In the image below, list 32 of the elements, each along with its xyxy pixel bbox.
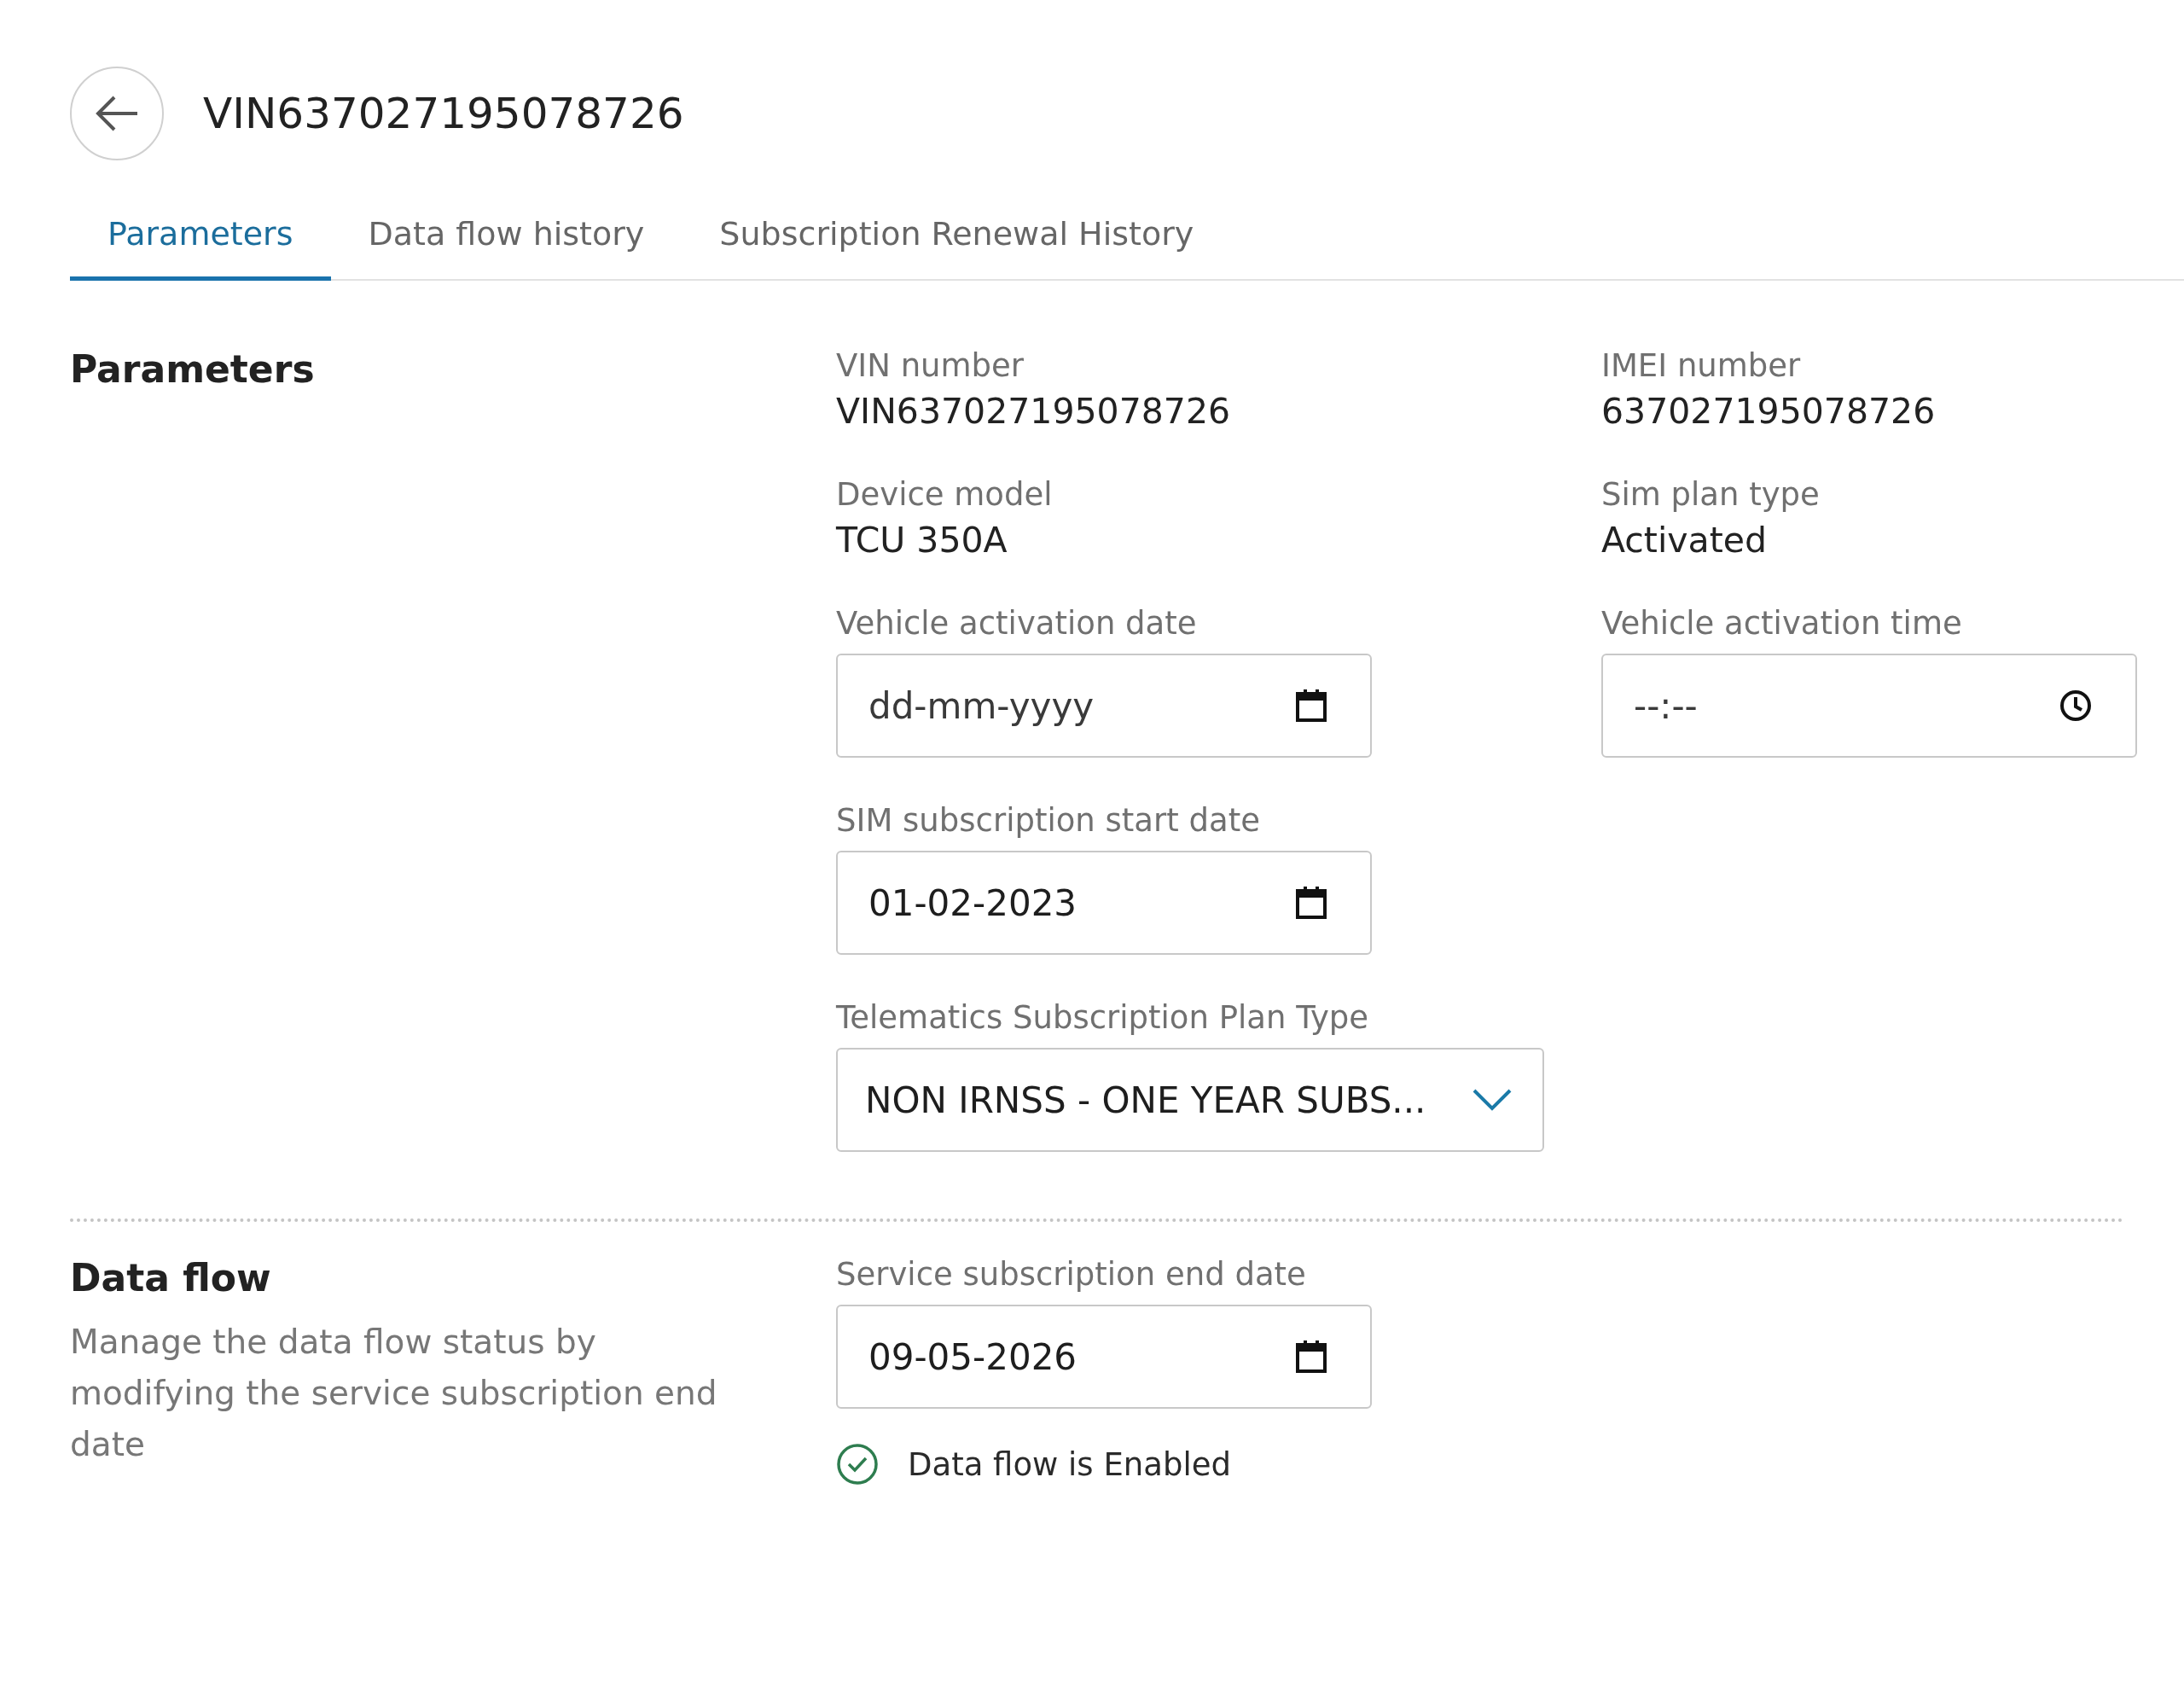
section-heading: Data flow: [70, 1256, 272, 1300]
field-label: VIN number: [836, 347, 1025, 384]
field-label: Service subscription end date: [836, 1256, 1307, 1293]
arrow-left-icon: [94, 95, 140, 132]
section-description: Manage the data flow status by modifying the service subscription end date: [70, 1322, 718, 1465]
time-field[interactable]: --:--: [1601, 654, 2137, 758]
page-title: VIN637027195078726: [203, 89, 684, 138]
field-value: Activated: [1601, 520, 1769, 561]
date-field[interactable]: 01-02-2023: [836, 851, 1372, 955]
date-field[interactable]: dd-mm-yyyy: [836, 654, 1372, 758]
tab[interactable]: Data flow history: [330, 215, 682, 281]
plan-type-dropdown[interactable]: NON IRNSS - ONE YEAR SUBS...: [836, 1048, 1544, 1152]
chevron-down-icon: [1472, 1089, 1512, 1111]
field-label: Device model: [836, 476, 1054, 513]
field-label: Vehicle activation date: [836, 605, 1198, 642]
field-label: IMEI number: [1601, 347, 1802, 384]
calendar-icon: [1295, 886, 1327, 920]
calendar-icon: [1295, 689, 1327, 723]
tab[interactable]: Subscription Renewal History: [682, 215, 1232, 281]
field-label: Sim plan type: [1601, 476, 1821, 513]
field-value: 637027195078726: [1601, 391, 1937, 432]
field-label: Telematics Subscription Plan Type: [836, 999, 1370, 1036]
clock-icon: [2059, 689, 2093, 723]
tab[interactable]: Parameters: [70, 215, 331, 281]
calendar-icon: [1295, 1340, 1327, 1374]
field-value: VIN637027195078726: [836, 391, 1232, 432]
field-value: TCU 350A: [836, 520, 1008, 561]
status-text: Data flow is Enabled: [908, 1445, 1231, 1483]
section-heading: Parameters: [70, 347, 316, 393]
field-label: Vehicle activation time: [1601, 605, 1963, 642]
date-field[interactable]: 09-05-2026: [836, 1305, 1372, 1409]
field-label: SIM subscription start date: [836, 802, 1261, 839]
